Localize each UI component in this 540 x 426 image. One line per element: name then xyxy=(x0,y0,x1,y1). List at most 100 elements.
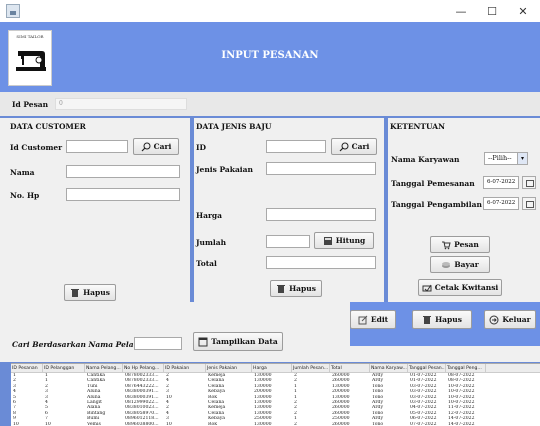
pay-label: Bayar xyxy=(454,260,479,269)
exit-button[interactable]: Keluar xyxy=(484,310,536,329)
receipt-icon xyxy=(422,283,432,293)
column-header[interactable]: No Hp Pelang... xyxy=(123,364,164,372)
table-cell: 0896038800... xyxy=(125,421,159,426)
clothing-delete-label: Hapus xyxy=(289,284,316,293)
order-date-field[interactable]: 6-07-2022 xyxy=(483,176,519,189)
table-row[interactable]: 10 10 Vemis 0896038800... 10 Rok 130000 2 260000… xyxy=(11,422,540,426)
clothing-id-input[interactable] xyxy=(266,140,326,153)
table-cell: Rok xyxy=(208,421,218,426)
exit-label: Keluar xyxy=(502,315,531,324)
customer-delete-button[interactable]: Hapus xyxy=(64,284,116,301)
clothing-qty-label: Jumlah xyxy=(196,238,227,247)
terms-panel: KETENTUAN Nama Karyawan --Pilih-- ▾ Tang… xyxy=(388,118,540,302)
customer-id-input[interactable] xyxy=(66,140,128,153)
column-header[interactable]: ID Pelanggan xyxy=(43,364,85,372)
table-header: ID Pesanan ID Pelanggan Nama Pelang... No H… xyxy=(11,364,540,373)
column-header[interactable]: ID Pakaian xyxy=(164,364,206,372)
count-button[interactable]: Hitung xyxy=(314,232,374,249)
edit-label: Edit xyxy=(370,315,389,324)
table-body: 1 1 Cantika 0878002333... 2 Kemeja 130000 2 2600… xyxy=(11,373,540,426)
show-data-label: Tampilkan Data xyxy=(211,337,278,346)
customer-name-input[interactable] xyxy=(66,165,180,178)
logo-text: SIMI TAILOR xyxy=(16,34,44,39)
customer-panel-title: DATA CUSTOMER xyxy=(10,122,86,131)
window-titlebar: — ☐ ✕ xyxy=(0,0,540,22)
minimize-button[interactable]: — xyxy=(446,4,476,20)
document-icon xyxy=(198,337,208,347)
order-button[interactable]: Pesan xyxy=(430,236,490,253)
calendar-icon[interactable] xyxy=(522,176,536,189)
app-icon xyxy=(6,4,20,18)
clothing-id-label: ID xyxy=(196,143,207,152)
clothing-qty-input[interactable] xyxy=(266,235,310,248)
clothing-panel: DATA JENIS BAJU ID Cari Jenis Pakaian Ha… xyxy=(194,118,384,302)
clothing-search-label: Cari xyxy=(351,142,370,151)
customer-phone-label: No. Hp xyxy=(10,191,40,200)
table-cell: 10 xyxy=(166,421,172,426)
clothing-price-label: Harga xyxy=(196,211,223,220)
trash-icon xyxy=(70,288,80,298)
column-header[interactable]: Total xyxy=(330,364,370,372)
table-cell: 14-07-2022 xyxy=(448,421,475,426)
clothing-search-button[interactable]: Cari xyxy=(331,138,377,155)
order-id-label: Id Pesan xyxy=(12,100,49,109)
actions-pane: Edit Hapus Keluar xyxy=(350,302,540,346)
order-label: Pesan xyxy=(454,240,479,249)
order-id-field[interactable]: 0 xyxy=(55,98,187,110)
column-header[interactable]: Harga xyxy=(252,364,292,372)
pickup-date-label: Tanggal Pengambilan xyxy=(391,200,482,209)
clothing-price-input[interactable] xyxy=(266,208,376,221)
header-banner: SIMI TAILOR INPUT PESANAN xyxy=(0,22,540,92)
employee-label: Nama Karyawan xyxy=(391,155,460,164)
order-date-label: Tanggal Pemesanan xyxy=(391,179,475,188)
search-icon xyxy=(339,142,349,152)
search-input[interactable] xyxy=(134,337,182,350)
calculator-icon xyxy=(323,236,333,246)
column-header[interactable]: Jenis Pakaian xyxy=(206,364,252,372)
calendar-icon[interactable] xyxy=(522,197,536,210)
delete-label: Hapus xyxy=(435,315,462,324)
chevron-down-icon: ▾ xyxy=(517,153,527,164)
show-data-button[interactable]: Tampilkan Data xyxy=(193,332,283,351)
maximize-button[interactable]: ☐ xyxy=(477,4,507,20)
pickup-date-field[interactable]: 6-07-2022 xyxy=(483,197,519,210)
customer-search-button[interactable]: Cari xyxy=(133,138,179,155)
trash-icon xyxy=(276,284,286,294)
table-cell: Vemis xyxy=(87,421,101,426)
clothing-type-label: Jenis Pakaian xyxy=(196,165,253,174)
column-header[interactable]: Tanggal Peng... xyxy=(446,364,486,372)
exit-arrow-icon xyxy=(489,315,499,325)
clothing-delete-button[interactable]: Hapus xyxy=(270,280,322,297)
clothing-panel-title: DATA JENIS BAJU xyxy=(196,122,272,131)
page-title: INPUT PESANAN xyxy=(221,50,319,61)
clothing-total-input[interactable] xyxy=(266,256,376,269)
column-header[interactable]: ID Pesanan xyxy=(11,364,43,372)
column-header[interactable]: Jumlah Pesan... xyxy=(292,364,330,372)
customer-search-label: Cari xyxy=(153,142,172,151)
customer-delete-label: Hapus xyxy=(83,288,110,297)
customer-name-label: Nama xyxy=(10,168,35,177)
order-id-row: Id Pesan 0 xyxy=(0,92,540,116)
table-cell: 260000 xyxy=(332,421,350,426)
column-header[interactable]: Tanggal Pesan... xyxy=(408,364,446,372)
cart-icon xyxy=(441,240,451,250)
orders-table: ID Pesanan ID Pelanggan Nama Pelang... No H… xyxy=(11,363,540,426)
close-button[interactable]: ✕ xyxy=(508,4,538,20)
table-cell: Tono xyxy=(372,421,384,426)
table-cell: 07-07-2022 xyxy=(410,421,437,426)
trash-icon xyxy=(422,315,432,325)
edit-icon xyxy=(358,315,368,325)
main-frame: SIMI TAILOR INPUT PESANAN Id Pesan 0 DAT… xyxy=(0,22,540,426)
edit-button[interactable]: Edit xyxy=(350,310,396,329)
clothing-type-input[interactable] xyxy=(266,162,376,175)
customer-phone-input[interactable] xyxy=(66,188,180,201)
pay-button[interactable]: Bayar xyxy=(430,256,490,273)
delete-button[interactable]: Hapus xyxy=(412,310,472,329)
column-header[interactable]: Nama Pelang... xyxy=(85,364,123,372)
print-receipt-button[interactable]: Cetak Kwitansi xyxy=(418,279,502,296)
employee-select[interactable]: --Pilih-- ▾ xyxy=(484,152,528,165)
column-header[interactable]: Nama Karyaw... xyxy=(370,364,408,372)
table-cell: 10 xyxy=(13,421,19,426)
count-label: Hitung xyxy=(335,236,366,245)
search-icon xyxy=(141,142,151,152)
